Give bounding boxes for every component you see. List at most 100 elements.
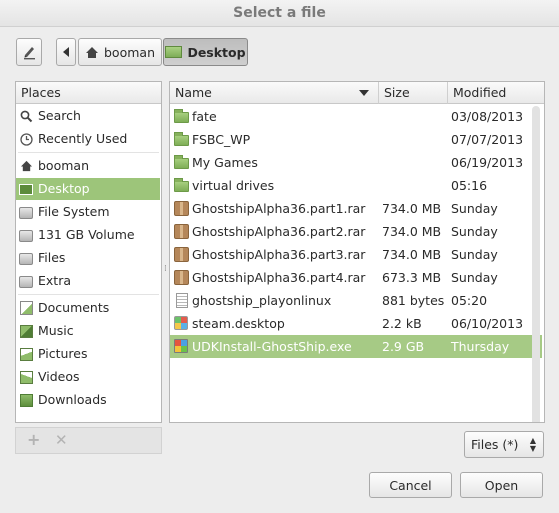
column-header-modified[interactable]: Modified — [448, 82, 544, 104]
breadcrumb-home-label: booman — [104, 44, 155, 60]
file-name: fate — [192, 109, 217, 124]
file-modified: Sunday — [451, 270, 498, 285]
open-button[interactable]: Open — [460, 472, 543, 498]
place-label: Search — [38, 108, 81, 123]
file-size: 673.3 MB — [382, 270, 442, 285]
file-row[interactable]: virtual drives 05:16 — [170, 174, 542, 197]
place-home[interactable]: booman — [16, 155, 160, 177]
file-modified: 07/07/2013 — [451, 132, 524, 147]
documents-folder-icon — [19, 301, 33, 315]
pencil-icon — [24, 47, 35, 60]
place-label: Videos — [38, 369, 80, 384]
file-filter-select[interactable]: Files (*) ▲ ▼ — [464, 431, 544, 458]
folder-icon — [174, 132, 189, 147]
place-label: 131 GB Volume — [38, 227, 135, 242]
open-button-label: Open — [484, 477, 519, 493]
file-size: 734.0 MB — [382, 247, 442, 262]
place-music[interactable]: Music — [16, 320, 160, 342]
archive-icon — [174, 224, 189, 239]
breadcrumb-home[interactable]: booman — [78, 38, 162, 66]
file-row[interactable]: My Games 06/19/2013 — [170, 151, 542, 174]
column-header-name-label: Name — [175, 85, 212, 100]
search-icon — [19, 109, 33, 123]
videos-folder-icon — [19, 370, 33, 384]
file-name: GhostshipAlpha36.part1.rar — [192, 201, 366, 216]
place-label: Desktop — [38, 181, 90, 196]
places-separator — [18, 152, 159, 153]
desktop-folder-icon — [165, 46, 183, 58]
file-modified: 05:20 — [451, 293, 488, 308]
column-header-name[interactable]: Name — [170, 82, 379, 104]
place-videos[interactable]: Videos — [16, 366, 160, 388]
file-modified: Sunday — [451, 224, 498, 239]
pictures-folder-icon — [19, 347, 33, 361]
drive-icon — [19, 228, 33, 242]
place-label: File System — [38, 204, 110, 219]
path-back-button[interactable] — [56, 38, 76, 66]
drive-icon — [19, 205, 33, 219]
type-location-button[interactable] — [16, 38, 42, 66]
place-recently-used[interactable]: Recently Used — [16, 128, 160, 150]
file-list: Name Size Modified fate 03/08/2013 FSBC_… — [169, 81, 545, 423]
file-row[interactable]: FSBC_WP 07/07/2013 — [170, 128, 542, 151]
file-size: 2.9 GB — [382, 339, 425, 354]
file-modified: Thursday — [451, 339, 510, 354]
folder-icon — [174, 109, 189, 124]
remove-bookmark-icon[interactable]: ✕ — [55, 431, 68, 449]
desktop-file-icon — [174, 316, 189, 331]
place-label: Downloads — [38, 392, 107, 407]
places-separator — [18, 294, 159, 295]
place-documents[interactable]: Documents — [16, 297, 160, 319]
cancel-button[interactable]: Cancel — [369, 472, 452, 498]
folder-icon — [174, 178, 189, 193]
place-search[interactable]: Search — [16, 105, 160, 127]
vertical-scrollbar[interactable] — [532, 106, 540, 422]
place-label: Music — [38, 323, 74, 338]
add-bookmark-icon[interactable]: + — [27, 430, 40, 449]
place-label: Pictures — [38, 346, 88, 361]
file-modified: 05:16 — [451, 178, 488, 193]
home-icon — [86, 46, 98, 58]
file-row[interactable]: GhostshipAlpha36.part4.rar 673.3 MB Sund… — [170, 266, 542, 289]
file-row[interactable]: steam.desktop 2.2 kB 06/10/2013 — [170, 312, 542, 335]
archive-icon — [174, 270, 189, 285]
file-name: virtual drives — [192, 178, 275, 193]
sort-descending-icon — [359, 90, 369, 96]
place-desktop[interactable]: Desktop — [16, 178, 160, 200]
file-row[interactable]: fate 03/08/2013 — [170, 105, 542, 128]
place-extra[interactable]: Extra — [16, 270, 160, 292]
file-row[interactable]: GhostshipAlpha36.part2.rar 734.0 MB Sund… — [170, 220, 542, 243]
file-name: FSBC_WP — [192, 132, 251, 147]
file-row-selected[interactable]: UDKInstall-GhostShip.exe 2.9 GB Thursday — [170, 335, 542, 358]
column-header-modified-label: Modified — [453, 85, 507, 100]
breadcrumb-current[interactable]: Desktop — [163, 38, 248, 66]
file-name: GhostshipAlpha36.part2.rar — [192, 224, 366, 239]
file-name: UDKInstall-GhostShip.exe — [192, 339, 352, 354]
file-row[interactable]: GhostshipAlpha36.part3.rar 734.0 MB Sund… — [170, 243, 542, 266]
place-131gb-volume[interactable]: 131 GB Volume — [16, 224, 160, 246]
file-name: GhostshipAlpha36.part4.rar — [192, 270, 366, 285]
music-folder-icon — [19, 324, 33, 338]
place-label: Files — [38, 250, 66, 265]
place-files[interactable]: Files — [16, 247, 160, 269]
file-row[interactable]: ghostship_playonlinux 881 bytes 05:20 — [170, 289, 542, 312]
archive-icon — [174, 201, 189, 216]
file-modified: 06/10/2013 — [451, 316, 524, 331]
cancel-button-label: Cancel — [389, 477, 432, 493]
windows-executable-icon — [174, 339, 189, 354]
column-header-size[interactable]: Size — [379, 82, 448, 104]
place-label: Documents — [38, 300, 110, 315]
column-header-size-label: Size — [384, 85, 410, 100]
place-file-system[interactable]: File System — [16, 201, 160, 223]
drive-icon — [19, 251, 33, 265]
place-downloads[interactable]: Downloads — [16, 389, 160, 411]
pane-resize-grip[interactable]: ⁞ — [164, 264, 167, 274]
place-label: Recently Used — [38, 131, 128, 146]
place-pictures[interactable]: Pictures — [16, 343, 160, 365]
file-modified: 06/19/2013 — [451, 155, 524, 170]
downloads-folder-icon — [19, 393, 33, 407]
folder-icon — [174, 155, 189, 170]
file-name: ghostship_playonlinux — [192, 293, 332, 308]
file-row[interactable]: GhostshipAlpha36.part1.rar 734.0 MB Sund… — [170, 197, 542, 220]
file-modified: Sunday — [451, 201, 498, 216]
